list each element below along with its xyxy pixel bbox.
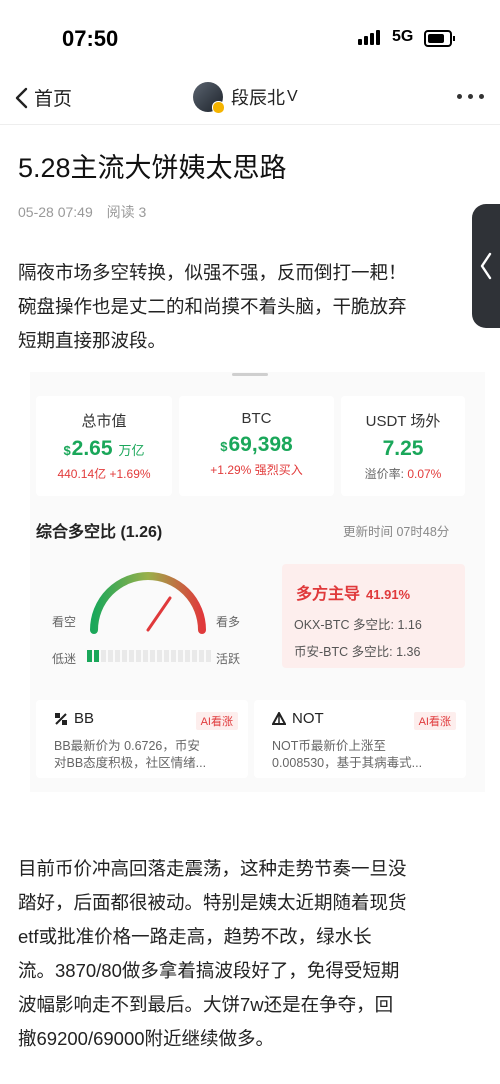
meter-segment	[129, 650, 134, 662]
back-label: 首页	[34, 89, 73, 110]
body-paragraph: 目前币价冲高回落走震荡，这种走势节奏一旦没 踏好，后面都很被动。特别是姨太近期随…	[18, 852, 488, 1056]
article-date: 05-28 07:49	[18, 204, 93, 220]
bull-title: 多方主导 41.91%	[296, 586, 411, 603]
meter-segment	[143, 650, 148, 662]
gauge-right-label: 看多	[216, 615, 241, 629]
article-title: 5.28主流大饼姨太思路	[18, 153, 287, 183]
bull-dominance-panel[interactable]: 多方主导 41.91% OKX-BTC 多空比: 1.16 币安-BTC 多空比:…	[282, 564, 465, 668]
author-profile[interactable]: 段辰北 V	[193, 82, 298, 114]
meter-segment	[115, 650, 120, 662]
intro-line: 短期直接那波段。	[18, 330, 167, 351]
meter-segment	[94, 650, 99, 662]
verified-badge-icon	[212, 101, 225, 114]
author-name: 段辰北	[231, 88, 285, 108]
meter-segment	[178, 650, 183, 662]
meter-segment	[87, 650, 92, 662]
gauge-left-label: 看空	[52, 615, 77, 629]
sentiment-gauge	[90, 572, 206, 634]
btc-card[interactable]: BTC $69,398 +1.29% 强烈买入	[179, 396, 334, 496]
meter-segment	[136, 650, 141, 662]
card-sub: 溢价率: 0.07%	[364, 467, 442, 481]
ai-bullish-badge: AI看涨	[195, 712, 238, 730]
meter-segment	[157, 650, 162, 662]
network-label: 5G	[392, 28, 414, 45]
chevron-left-icon	[480, 252, 492, 280]
meter-segment	[122, 650, 127, 662]
update-time: 更新时间 07时48分	[343, 525, 450, 539]
body-line: etf或批准价格一路走高，趋势不改，绿水长	[18, 926, 372, 947]
card-sub: +1.29% 强烈买入	[210, 463, 303, 477]
card-value: 7.25	[382, 437, 424, 460]
card-label: USDT 场外	[365, 413, 441, 430]
meter-segment	[199, 650, 204, 662]
meter-segment	[108, 650, 113, 662]
market-cap-card[interactable]: 总市值 $2.65 万亿 440.14亿 +1.69%	[36, 396, 172, 496]
card-value: $69,398	[220, 433, 293, 456]
card-value: $2.65 万亿	[63, 437, 145, 460]
back-button[interactable]: 首页	[14, 84, 72, 111]
side-drawer-handle[interactable]	[472, 204, 500, 328]
coin-card-not[interactable]: NOT AI看涨 NOT币最新价上涨至 0.008530，基于其病毒式...	[254, 700, 466, 778]
coin-card-bb[interactable]: BB AI看涨 BB最新价为 0.6726，币安 对BB态度积极，社区情绪...	[36, 700, 248, 778]
article-meta: 05-28 07:49 阅读 3	[18, 202, 156, 222]
nav-bar: 首页 段辰北 V	[0, 72, 500, 125]
intro-line: 隔夜市场多空转换，似强不强，反而倒打一耙！	[18, 262, 407, 283]
activity-meter	[87, 650, 211, 662]
body-line: 目前币价冲高回落走震荡，这种走势节奏一旦没	[18, 858, 407, 879]
activity-high-label: 活跃	[216, 652, 241, 666]
status-bar: 07:50 5G	[0, 0, 500, 72]
intro-paragraph: 隔夜市场多空转换，似强不强，反而倒打一耙！ 碗盘操作也是丈二的和尚摸不着头脑，干…	[18, 256, 500, 358]
meter-segment	[185, 650, 190, 662]
meter-segment	[192, 650, 197, 662]
card-label: BTC	[241, 410, 272, 427]
not-logo-icon	[272, 711, 286, 725]
coin-desc: NOT币最新价上涨至 0.008530，基于其病毒式...	[272, 739, 423, 770]
activity-low-label: 低迷	[52, 652, 77, 666]
chevron-left-icon	[15, 87, 28, 108]
coin-desc: BB最新价为 0.6726，币安 对BB态度积极，社区情绪...	[54, 739, 207, 770]
coin-name: NOT	[272, 710, 324, 727]
card-label: 总市值	[81, 413, 127, 430]
body-line: 流。3870/80做多拿着搞波段好了，免得受短期	[18, 960, 400, 981]
gauge-needle	[146, 596, 172, 632]
bb-logo-icon	[55, 712, 67, 725]
meter-segment	[206, 650, 211, 662]
widget-grip	[232, 373, 268, 376]
usdt-card[interactable]: USDT 场外 7.25 溢价率: 0.07%	[341, 396, 465, 496]
binance-ratio: 币安-BTC 多空比: 1.36	[294, 645, 421, 659]
body-line: 撤69200/69000附近继续做多。	[18, 1028, 275, 1049]
signal-icon	[358, 30, 380, 45]
status-time: 07:50	[62, 26, 119, 51]
intro-line: 碗盘操作也是丈二的和尚摸不着头脑，干脆放弃	[18, 296, 407, 317]
card-sub: 440.14亿 +1.69%	[57, 467, 151, 481]
author-badge: V	[287, 88, 298, 105]
meter-segment	[101, 650, 106, 662]
okx-ratio: OKX-BTC 多空比: 1.16	[294, 618, 422, 632]
meter-segment	[150, 650, 155, 662]
avatar[interactable]	[193, 82, 225, 114]
battery-icon	[424, 30, 455, 47]
coin-name: BB	[54, 710, 94, 727]
body-line: 踏好，后面都很被动。特别是姨太近期随着现货	[18, 892, 407, 913]
article-reads: 阅读 3	[106, 204, 147, 220]
ai-bullish-badge: AI看涨	[413, 712, 456, 730]
meter-segment	[164, 650, 169, 662]
body-line: 波幅影响走不到最后。大饼7w还是在争夺，回	[18, 994, 394, 1015]
meter-segment	[171, 650, 176, 662]
ratio-title: 综合多空比 (1.26)	[36, 524, 163, 541]
more-options-icon[interactable]	[457, 94, 484, 99]
